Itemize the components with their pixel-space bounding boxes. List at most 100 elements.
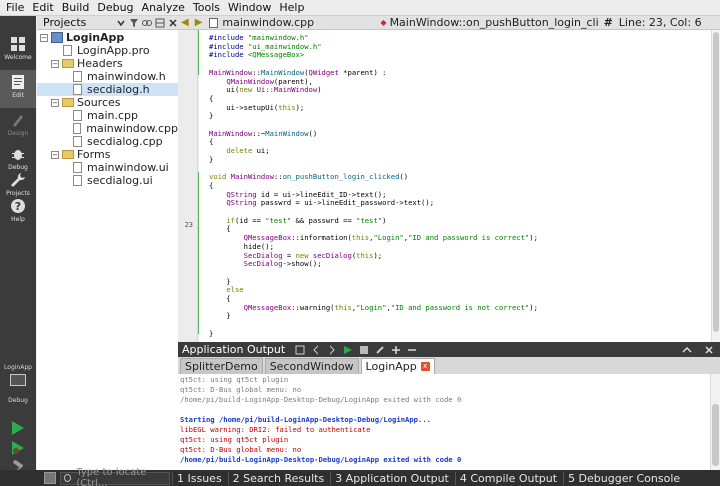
code-line[interactable]: delete ui; bbox=[209, 146, 269, 155]
tab-splitterdemo[interactable]: SplitterDemo bbox=[180, 358, 263, 374]
tree-item-project[interactable]: − LoginApp bbox=[37, 31, 178, 44]
tree-item-file[interactable]: LoginApp.pro bbox=[37, 44, 178, 57]
stop-icon[interactable] bbox=[359, 345, 369, 355]
code-line[interactable]: { bbox=[209, 137, 213, 146]
code-line[interactable]: ui(new Ui::MainWindow) bbox=[209, 85, 321, 94]
chevron-down-icon[interactable] bbox=[116, 18, 126, 28]
tree-item-file[interactable]: secdialog.ui bbox=[37, 174, 178, 187]
code-line[interactable]: { bbox=[209, 294, 230, 303]
collapse-toggle-icon[interactable]: − bbox=[51, 98, 59, 107]
tree-item-folder[interactable]: − Sources bbox=[37, 96, 178, 109]
collapse-toggle-icon[interactable]: − bbox=[40, 33, 48, 42]
collapse-toggle-icon[interactable]: − bbox=[51, 150, 59, 159]
code-editor[interactable]: #include "mainwindow.h" #include "ui_main… bbox=[199, 30, 711, 342]
open-document-selector[interactable]: mainwindow.cpp bbox=[222, 16, 372, 29]
link-icon[interactable] bbox=[142, 18, 152, 28]
pen-icon bbox=[13, 115, 23, 127]
code-line[interactable]: SecDialog->show(); bbox=[209, 259, 322, 268]
tree-item-folder[interactable]: − Forms bbox=[37, 148, 178, 161]
application-output-text[interactable]: qt5ct: using qt5ct plugin qt5ct: D-Bus gl… bbox=[178, 374, 710, 470]
code-line[interactable]: ui->setupUi(this); bbox=[209, 103, 304, 112]
tree-item-file-selected[interactable]: secdialog.h bbox=[37, 83, 178, 96]
symbol-selector[interactable]: MainWindow::on_pushButton_login_clicked(… bbox=[390, 16, 598, 29]
tab-secondwindow[interactable]: SecondWindow bbox=[264, 358, 359, 374]
menu-window[interactable]: Window bbox=[224, 0, 275, 16]
close-icon[interactable] bbox=[168, 18, 178, 28]
tree-item-file[interactable]: mainwindow.h bbox=[37, 70, 178, 83]
locator-input[interactable]: Type to locate (Ctrl... bbox=[60, 467, 170, 486]
sidebar-toggle-icon[interactable] bbox=[44, 472, 56, 484]
run-icon[interactable] bbox=[343, 345, 353, 355]
code-line[interactable]: { bbox=[209, 224, 230, 233]
code-line[interactable]: if(id == "test" && passwrd == "test") bbox=[209, 216, 386, 225]
code-line[interactable]: else bbox=[209, 285, 243, 294]
plus-icon[interactable] bbox=[391, 345, 401, 355]
close-tab-icon[interactable]: x bbox=[420, 362, 430, 371]
output-scrollbar[interactable] bbox=[710, 374, 720, 470]
pane-application-output-button[interactable]: 3 Application Output bbox=[330, 471, 453, 485]
menu-build[interactable]: Build bbox=[58, 0, 94, 16]
filter-icon[interactable] bbox=[129, 18, 139, 28]
code-line[interactable]: MainWindow::MainWindow(QWidget *parent) … bbox=[209, 68, 386, 77]
menu-help[interactable]: Help bbox=[275, 0, 308, 16]
code-line[interactable]: { bbox=[209, 94, 213, 103]
attach-icon[interactable] bbox=[295, 345, 305, 355]
code-line[interactable]: #include "ui_mainwindow.h" bbox=[209, 42, 322, 51]
menu-file[interactable]: File bbox=[2, 0, 28, 16]
code-token: SecDialog bbox=[243, 259, 283, 269]
editor-scrollbar[interactable] bbox=[711, 30, 720, 342]
code-line[interactable]: } bbox=[209, 155, 213, 164]
code-line[interactable]: { bbox=[209, 181, 213, 190]
code-line[interactable]: QMainWindow(parent), bbox=[209, 77, 313, 86]
code-line[interactable]: } bbox=[209, 311, 230, 320]
pane-issues-button[interactable]: 1 Issues bbox=[172, 471, 226, 485]
tree-item-file[interactable]: secdialog.cpp bbox=[37, 135, 178, 148]
minus-icon[interactable] bbox=[407, 345, 417, 355]
projects-view-selector[interactable]: Projects bbox=[37, 16, 113, 29]
tab-loginapp[interactable]: LoginApp x bbox=[360, 358, 435, 374]
menu-edit[interactable]: Edit bbox=[28, 0, 57, 16]
menu-analyze[interactable]: Analyze bbox=[138, 0, 189, 16]
cursor-position[interactable]: Line: 23, Col: 6 bbox=[615, 16, 702, 29]
collapse-toggle-icon[interactable]: − bbox=[51, 59, 59, 68]
pane-compile-output-button[interactable]: 4 Compile Output bbox=[454, 471, 561, 485]
clear-icon[interactable] bbox=[375, 345, 385, 355]
menu-debug[interactable]: Debug bbox=[93, 0, 137, 16]
code-line[interactable]: QMessageBox::information(this,"Login","I… bbox=[209, 233, 538, 242]
code-line[interactable]: } bbox=[209, 329, 213, 338]
pane-search-results-button[interactable]: 2 Search Results bbox=[227, 471, 329, 485]
chevron-right-icon[interactable] bbox=[327, 345, 337, 355]
tree-item-file[interactable]: mainwindow.ui bbox=[37, 161, 178, 174]
code-line[interactable]: #include "mainwindow.h" bbox=[209, 33, 309, 42]
mode-help[interactable]: ? Help bbox=[0, 194, 36, 232]
debug-run-icon[interactable] bbox=[11, 440, 25, 456]
menu-tools[interactable]: Tools bbox=[189, 0, 224, 16]
code-line[interactable]: } bbox=[209, 111, 213, 120]
monitor-icon[interactable] bbox=[10, 374, 26, 386]
code-line[interactable]: void MainWindow::on_pushButton_login_cli… bbox=[209, 172, 408, 181]
mode-welcome[interactable]: Welcome bbox=[0, 32, 36, 70]
code-line[interactable]: SecDialog = new secDialog(this); bbox=[209, 251, 383, 260]
code-line[interactable]: hide(); bbox=[209, 242, 274, 251]
mode-design[interactable]: Design bbox=[0, 108, 36, 146]
maximize-icon[interactable] bbox=[682, 345, 692, 355]
scrollbar-thumb[interactable] bbox=[712, 404, 719, 466]
tree-item-folder[interactable]: − Headers bbox=[37, 57, 178, 70]
back-arrow-icon[interactable]: ◀ bbox=[178, 17, 192, 28]
mode-edit[interactable]: Edit bbox=[0, 70, 36, 108]
chevron-left-icon[interactable] bbox=[311, 345, 321, 355]
split-icon[interactable] bbox=[155, 18, 165, 28]
code-line[interactable]: } bbox=[209, 277, 230, 286]
tree-item-file[interactable]: main.cpp bbox=[37, 109, 178, 122]
forward-arrow-icon[interactable]: ▶ bbox=[192, 17, 206, 28]
scrollbar-thumb[interactable] bbox=[713, 32, 719, 332]
code-line[interactable]: QString passwrd = ui->lineEdit_password-… bbox=[209, 198, 434, 207]
code-line[interactable]: #include <QMessageBox> bbox=[209, 50, 304, 59]
close-icon[interactable] bbox=[704, 345, 714, 355]
code-line[interactable]: QMessageBox::warning(this,"Login","ID an… bbox=[209, 303, 538, 312]
tree-item-file[interactable]: mainwindow.cpp bbox=[37, 122, 178, 135]
run-icon[interactable] bbox=[11, 420, 25, 436]
code-line[interactable]: QString id = ui->lineEdit_ID->text(); bbox=[209, 190, 386, 199]
pane-debugger-console-button[interactable]: 5 Debugger Console bbox=[563, 471, 684, 485]
code-line[interactable]: MainWindow::~MainWindow() bbox=[209, 129, 317, 138]
